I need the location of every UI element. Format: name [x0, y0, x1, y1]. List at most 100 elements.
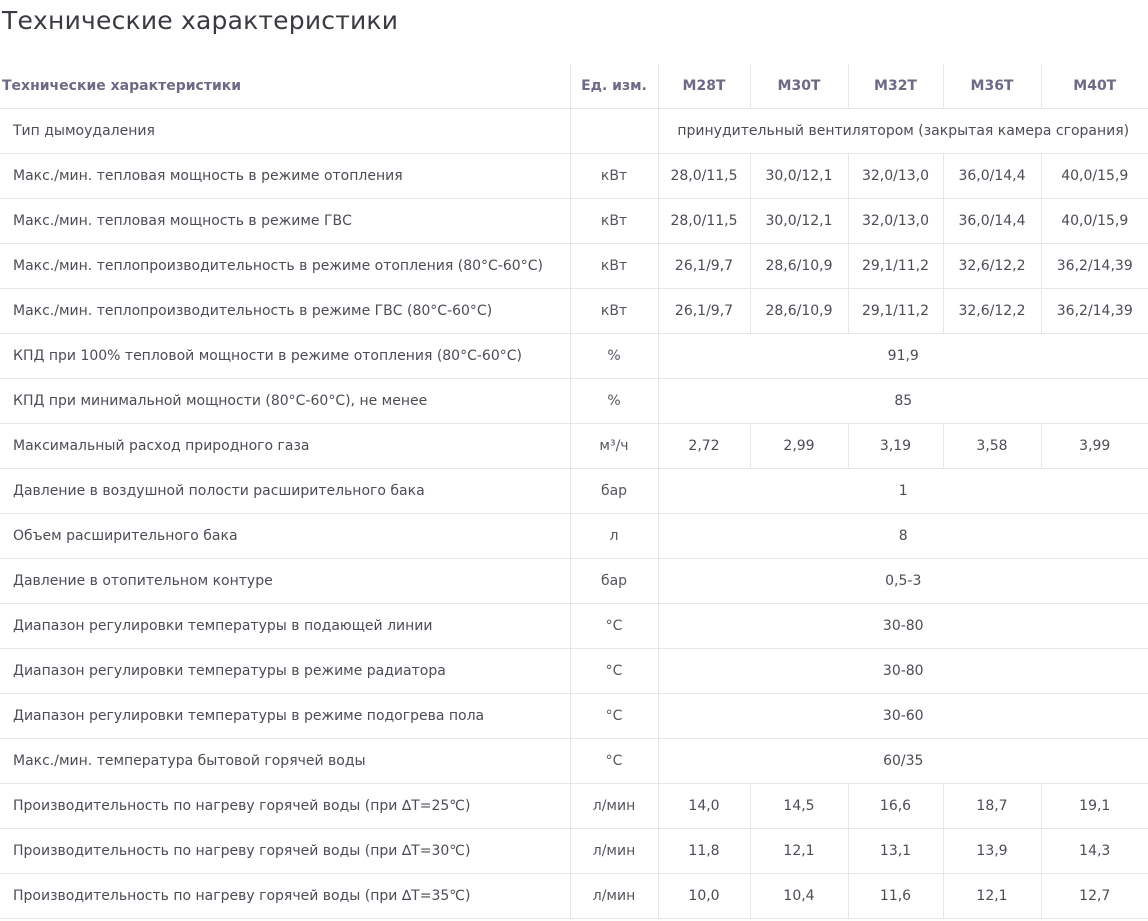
value-cell: 36,2/14,39	[1040, 243, 1148, 289]
value-cell: 26,1/9,7	[657, 288, 750, 334]
value-cell: 13,1	[847, 828, 943, 874]
value-cell: 3,99	[1040, 423, 1148, 469]
table-row: Производительность по нагреву горячей во…	[0, 783, 1148, 829]
characteristic-name: Давление в отопительном контуре	[0, 558, 570, 604]
characteristic-name: Объем расширительного бака	[0, 513, 570, 559]
table-row: КПД при 100% тепловой мощности в режиме …	[0, 333, 1148, 379]
value-cell: 12,7	[1040, 873, 1148, 919]
characteristic-name: Производительность по нагреву горячей во…	[0, 783, 570, 829]
value-cell: 2,99	[749, 423, 848, 469]
value-cell: 36,0/14,4	[942, 198, 1041, 244]
value-cell-merged: принудительный вентилятором (закрытая ка…	[657, 108, 1148, 154]
characteristic-name: Диапазон регулировки температуры в режим…	[0, 693, 570, 739]
table-row: Производительность по нагреву горячей во…	[0, 828, 1148, 874]
value-cell: 26,1/9,7	[657, 243, 750, 289]
header-model: M28T	[657, 64, 750, 109]
header-model: M30T	[749, 64, 848, 109]
value-cell: 18,7	[942, 783, 1041, 829]
header-model: M40T	[1040, 64, 1148, 109]
value-cell: 32,6/12,2	[942, 288, 1041, 334]
header-unit: Ед. изм.	[569, 64, 658, 109]
value-cell: 10,0	[657, 873, 750, 919]
unit-cell: л/мин	[569, 873, 658, 919]
characteristic-name: Макс./мин. тепловая мощность в режиме ГВ…	[0, 198, 570, 244]
table-row: Давление в воздушной полости расширитель…	[0, 468, 1148, 514]
page-title: Технические характеристики	[2, 6, 399, 35]
value-cell: 29,1/11,2	[847, 288, 943, 334]
value-cell: 11,8	[657, 828, 750, 874]
value-cell: 30,0/12,1	[749, 153, 848, 199]
value-cell-merged: 30-80	[657, 648, 1148, 694]
value-cell: 14,3	[1040, 828, 1148, 874]
characteristic-name: Давление в воздушной полости расширитель…	[0, 468, 570, 514]
table-row: Давление в отопительном контуре бар 0,5-3	[0, 558, 1148, 604]
value-cell: 40,0/15,9	[1040, 198, 1148, 244]
value-cell: 11,6	[847, 873, 943, 919]
value-cell: 36,0/14,4	[942, 153, 1041, 199]
unit-cell: бар	[569, 558, 658, 604]
value-cell: 12,1	[942, 873, 1041, 919]
header-model: M36T	[942, 64, 1041, 109]
value-cell: 28,6/10,9	[749, 288, 848, 334]
value-cell-merged: 1	[657, 468, 1148, 514]
value-cell: 16,6	[847, 783, 943, 829]
unit-cell: °С	[569, 738, 658, 784]
characteristic-name: Макс./мин. тепловая мощность в режиме от…	[0, 153, 570, 199]
unit-cell: м³/ч	[569, 423, 658, 469]
table-row: Максимальный расход природного газа м³/ч 2…	[0, 423, 1148, 469]
header-characteristic: Технические характеристики	[0, 64, 570, 109]
value-cell: 19,1	[1040, 783, 1148, 829]
table-header-row: Технические характеристики Ед. изм. M28T…	[0, 64, 1148, 109]
header-model: M32T	[847, 64, 943, 109]
value-cell: 32,6/12,2	[942, 243, 1041, 289]
value-cell-merged: 30-80	[657, 603, 1148, 649]
value-cell: 14,0	[657, 783, 750, 829]
value-cell: 40,0/15,9	[1040, 153, 1148, 199]
value-cell-merged: 8	[657, 513, 1148, 559]
characteristic-name: Производительность по нагреву горячей во…	[0, 873, 570, 919]
value-cell: 3,58	[942, 423, 1041, 469]
characteristic-name: КПД при минимальной мощности (80°С-60°С)…	[0, 378, 570, 424]
unit-cell: °С	[569, 693, 658, 739]
specs-table: Технические характеристики Ед. изм. M28T…	[0, 64, 1148, 919]
unit-cell: л/мин	[569, 783, 658, 829]
value-cell: 12,1	[749, 828, 848, 874]
value-cell: 32,0/13,0	[847, 153, 943, 199]
unit-cell: %	[569, 333, 658, 379]
table-row: Тип дымоудаления принудительный вентилято…	[0, 108, 1148, 154]
value-cell: 13,9	[942, 828, 1041, 874]
unit-cell: кВт	[569, 153, 658, 199]
characteristic-name: Макс./мин. теплопроизводительность в реж…	[0, 243, 570, 289]
characteristic-name: Производительность по нагреву горячей во…	[0, 828, 570, 874]
value-cell-merged: 30-60	[657, 693, 1148, 739]
value-cell-merged: 0,5-3	[657, 558, 1148, 604]
characteristic-name: Макс./мин. температура бытовой горячей в…	[0, 738, 570, 784]
table-row: КПД при минимальной мощности (80°С-60°С)…	[0, 378, 1148, 424]
table-row: Диапазон регулировки температуры в режим…	[0, 648, 1148, 694]
table-row: Объем расширительного бака л 8	[0, 513, 1148, 559]
value-cell: 28,0/11,5	[657, 153, 750, 199]
value-cell: 28,0/11,5	[657, 198, 750, 244]
value-cell: 36,2/14,39	[1040, 288, 1148, 334]
characteristic-name: Максимальный расход природного газа	[0, 423, 570, 469]
unit-cell: %	[569, 378, 658, 424]
value-cell: 3,19	[847, 423, 943, 469]
value-cell-merged: 85	[657, 378, 1148, 424]
value-cell: 30,0/12,1	[749, 198, 848, 244]
table-row: Макс./мин. теплопроизводительность в реж…	[0, 288, 1148, 334]
unit-cell: кВт	[569, 243, 658, 289]
value-cell: 14,5	[749, 783, 848, 829]
characteristic-name: КПД при 100% тепловой мощности в режиме …	[0, 333, 570, 379]
value-cell-merged: 60/35	[657, 738, 1148, 784]
unit-cell: л/мин	[569, 828, 658, 874]
unit-cell: °С	[569, 603, 658, 649]
table-row: Диапазон регулировки температуры в режим…	[0, 693, 1148, 739]
characteristic-name: Макс./мин. теплопроизводительность в реж…	[0, 288, 570, 334]
value-cell: 2,72	[657, 423, 750, 469]
table-row: Макс./мин. теплопроизводительность в реж…	[0, 243, 1148, 289]
value-cell: 28,6/10,9	[749, 243, 848, 289]
characteristic-name: Диапазон регулировки температуры в режим…	[0, 648, 570, 694]
table-row: Производительность по нагреву горячей во…	[0, 873, 1148, 919]
value-cell-merged: 91,9	[657, 333, 1148, 379]
table-row: Макс./мин. температура бытовой горячей в…	[0, 738, 1148, 784]
